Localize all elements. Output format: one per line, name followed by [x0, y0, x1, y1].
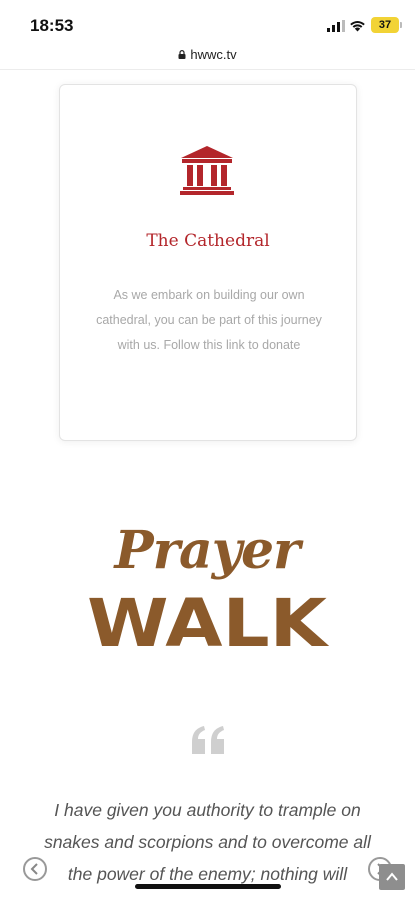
cathedral-card[interactable]: The Cathedral As we embark on building o…	[59, 84, 357, 441]
lock-icon	[178, 50, 186, 59]
logo-script-text: Prayer	[114, 520, 301, 581]
card-title: The Cathedral	[146, 231, 270, 251]
address-bar[interactable]: hwwc.tv	[0, 44, 415, 70]
home-indicator[interactable]	[135, 884, 281, 889]
quote-icon	[192, 726, 224, 754]
url-text: hwwc.tv	[190, 47, 237, 62]
logo-walk-label: WALK	[87, 586, 330, 656]
prayer-walk-logo: Prayer WALK	[84, 520, 330, 658]
card-description: As we embark on building our own cathedr…	[96, 288, 322, 352]
status-bar: 18:53 37	[0, 0, 415, 44]
battery-icon: 37	[371, 17, 402, 33]
chevron-left-icon	[30, 863, 38, 875]
quote-text: I have given you authority to trample on…	[44, 800, 371, 884]
cathedral-icon	[180, 146, 234, 195]
logo-walk-text: WALK	[87, 586, 330, 656]
status-time: 18:53	[30, 16, 74, 35]
scroll-to-top-button[interactable]	[379, 864, 405, 890]
wifi-icon	[350, 21, 365, 32]
signal-icon	[327, 20, 345, 32]
chevron-up-icon	[386, 872, 398, 881]
carousel-prev-button[interactable]	[23, 857, 47, 881]
